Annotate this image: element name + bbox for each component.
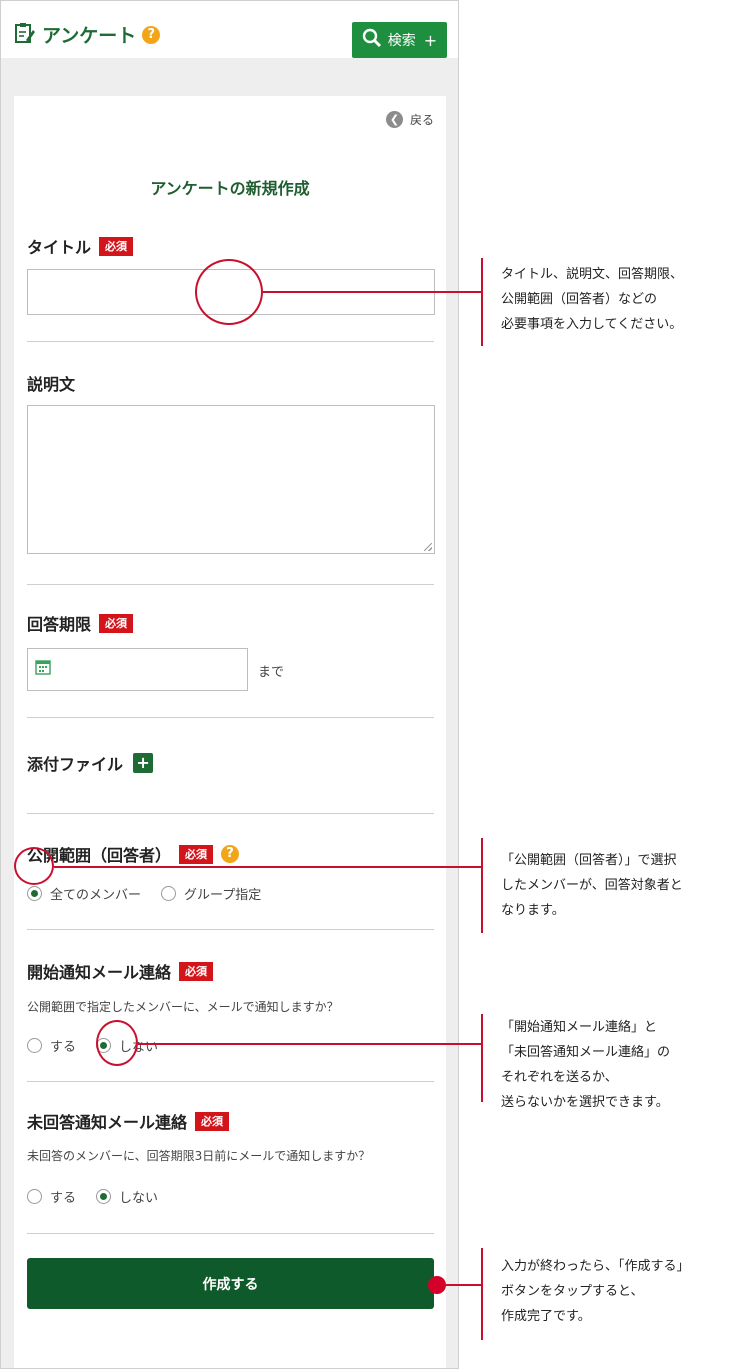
- attachment-label-text: 添付ファイル: [27, 755, 124, 774]
- required-badge: 必須: [99, 236, 134, 256]
- callout-1-line: 公開範囲（回答者）などの: [501, 292, 658, 307]
- callout-line: [263, 291, 482, 293]
- calendar-icon[interactable]: [35, 659, 51, 679]
- start-mail-option-yes[interactable]: する: [27, 1036, 76, 1055]
- back-label: 戻る: [409, 113, 434, 127]
- callout-4: 入力が終わったら、「作成する」 ボタンをタップすると、 作成完了です。: [501, 1254, 690, 1329]
- callout-bar: [481, 1248, 483, 1340]
- callout-bar: [481, 258, 483, 346]
- callout-3-line: それぞれを送るか、: [501, 1070, 618, 1085]
- callout-4-line: ボタンをタップすると、: [501, 1284, 644, 1299]
- magnifier-icon: [362, 28, 382, 52]
- chevron-left-icon: ❮: [385, 111, 403, 128]
- start-mail-label-text: 開始通知メール連絡: [27, 963, 172, 982]
- deadline-suffix: まで: [258, 665, 285, 680]
- scope-option-group-label: グループ指定: [184, 888, 262, 903]
- attachment-label: 添付ファイル +: [27, 751, 154, 775]
- search-label: 検索: [387, 33, 416, 49]
- divider: [27, 1233, 434, 1234]
- deadline-input[interactable]: [27, 648, 248, 691]
- divider: [27, 1081, 434, 1082]
- required-badge: 必須: [99, 613, 134, 633]
- unanswered-mail-note: 未回答のメンバーに、回答期限3日前にメールで通知しますか？: [27, 1149, 371, 1163]
- unanswered-mail-label: 未回答通知メール連絡 必須: [27, 1109, 230, 1133]
- divider: [27, 929, 434, 930]
- app-title: アンケート ?: [14, 21, 161, 48]
- unanswered-mail-radio-group: する しない: [27, 1187, 178, 1206]
- divider: [27, 584, 434, 585]
- divider: [27, 341, 434, 342]
- add-attachment-button[interactable]: +: [133, 753, 154, 773]
- top-bar: アンケート ? 検索 +: [1, 1, 458, 58]
- unanswered-mail-label-text: 未回答通知メール連絡: [27, 1113, 188, 1132]
- callout-1-line: 必要事項を入力してください。: [501, 317, 683, 332]
- scope-option-all[interactable]: 全てのメンバー: [27, 884, 141, 903]
- required-badge: 必須: [179, 961, 214, 981]
- callout-1-line: タイトル、説明文、回答期限、: [501, 267, 684, 282]
- callout-1: タイトル、説明文、回答期限、 公開範囲（回答者）などの 必要事項を入力してくださ…: [501, 262, 683, 337]
- page-title: アンケートの新規作成: [150, 179, 310, 198]
- deadline-label-text: 回答期限: [27, 615, 92, 634]
- start-mail-label: 開始通知メール連絡 必須: [27, 959, 214, 983]
- callout-line: [444, 1284, 482, 1286]
- highlight-circle: [195, 259, 263, 325]
- title-label: タイトル 必須: [27, 234, 134, 258]
- callout-3: 「開始通知メール連絡」と 「未回答通知メール連絡」の それぞれを送るか、 送らな…: [501, 1015, 670, 1115]
- divider: [27, 717, 434, 718]
- radio-selected[interactable]: [27, 886, 42, 901]
- search-button[interactable]: 検索 +: [352, 22, 447, 58]
- callout-3-line: 「開始通知メール連絡」と: [501, 1020, 658, 1035]
- scope-radio-group: 全てのメンバー グループ指定: [27, 884, 281, 903]
- callout-bar: [481, 1014, 483, 1102]
- highlight-circle: [96, 1020, 138, 1066]
- description-label-text: 説明文: [27, 375, 76, 394]
- callout-2-line: 「公開範囲（回答者）」で選択: [501, 853, 677, 868]
- radio-selected[interactable]: [96, 1189, 112, 1204]
- unanswered-mail-option-yes[interactable]: する: [27, 1187, 76, 1206]
- survey-icon: [14, 22, 36, 48]
- start-mail-note: 公開範囲で指定したメンバーに、メールで通知しますか？: [27, 1000, 339, 1014]
- unanswered-mail-option-no-label: しない: [119, 1191, 159, 1206]
- radio-unselected[interactable]: [161, 886, 177, 901]
- unanswered-mail-option-yes-label: する: [50, 1191, 77, 1206]
- start-mail-option-yes-label: する: [50, 1040, 77, 1055]
- callout-line: [138, 1043, 482, 1045]
- scope-label: 公開範囲（回答者） 必須 ?: [27, 842, 240, 866]
- help-icon[interactable]: ?: [142, 25, 161, 44]
- radio-unselected[interactable]: [27, 1189, 42, 1204]
- divider: [27, 813, 434, 814]
- app-title-text: アンケート: [42, 25, 137, 47]
- scope-option-group[interactable]: グループ指定: [161, 884, 261, 903]
- resize-handle[interactable]: [424, 543, 432, 551]
- phone-screen: アンケート ? 検索 + ❮ 戻る アンケートの新規作成 タイトル 必須 説明文…: [0, 0, 459, 1369]
- callout-4-line: 入力が終わったら、「作成する」: [501, 1259, 690, 1274]
- description-label: 説明文: [27, 371, 75, 395]
- search-plus: +: [423, 30, 438, 50]
- callout-3-line: 「未回答通知メール連絡」の: [501, 1045, 671, 1060]
- callout-4-line: 作成完了です。: [501, 1309, 591, 1324]
- callout-2-line: したメンバーが、回答対象者と: [501, 878, 683, 893]
- callout-3-line: 送らないかを選択できます。: [501, 1095, 669, 1110]
- required-badge: 必須: [195, 1111, 230, 1131]
- unanswered-mail-option-no[interactable]: しない: [96, 1187, 158, 1206]
- title-label-text: タイトル: [27, 238, 92, 257]
- deadline-label: 回答期限 必須: [27, 611, 134, 635]
- callout-2-line: なります。: [501, 903, 565, 918]
- description-textarea[interactable]: [27, 405, 435, 554]
- back-link[interactable]: ❮ 戻る: [385, 111, 434, 128]
- help-icon[interactable]: ?: [221, 845, 240, 863]
- required-badge: 必須: [179, 844, 214, 864]
- callout-2: 「公開範囲（回答者）」で選択 したメンバーが、回答対象者と なります。: [501, 848, 683, 923]
- callout-bar: [481, 838, 483, 933]
- callout-line: [54, 866, 482, 868]
- radio-unselected[interactable]: [27, 1038, 42, 1053]
- highlight-circle: [14, 847, 54, 885]
- create-button[interactable]: 作成する: [27, 1258, 434, 1309]
- scope-option-all-label: 全てのメンバー: [50, 888, 142, 903]
